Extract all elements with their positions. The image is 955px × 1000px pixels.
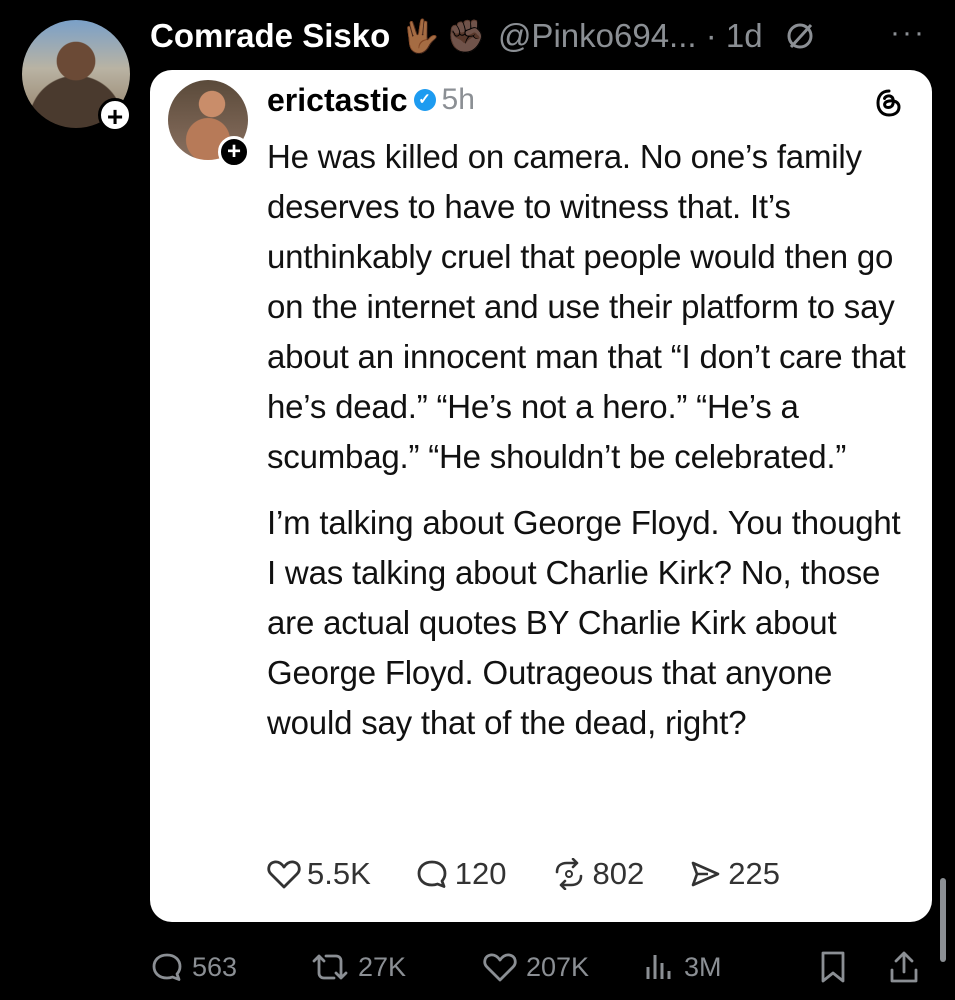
like-count: 207K xyxy=(526,951,590,982)
quoted-reply-count: 120 xyxy=(454,856,507,891)
reply-bubble-icon xyxy=(152,953,182,981)
quoted-paragraph-2: I’m talking about George Floyd. You thou… xyxy=(267,504,901,741)
share-button[interactable] xyxy=(888,945,928,989)
speech-bubble-icon xyxy=(417,860,447,888)
quoted-username[interactable]: erictastic xyxy=(267,82,408,119)
quoted-reply-button[interactable]: 120 xyxy=(415,856,507,892)
follow-plus-icon[interactable]: + xyxy=(98,98,132,132)
views-bars-icon xyxy=(646,955,671,979)
quoted-repost-count: 802 xyxy=(592,856,645,891)
bookmark-icon xyxy=(821,951,845,983)
post-action-bar: 563 27K 207K 3M xyxy=(150,945,930,989)
reply-button[interactable]: 563 xyxy=(150,945,237,989)
quoted-share-count: 225 xyxy=(728,856,780,891)
author-display-name[interactable]: Comrade Sisko xyxy=(150,17,390,55)
quoted-timestamp: 5h xyxy=(441,83,475,116)
repost-button[interactable]: 27K xyxy=(310,945,406,989)
quoted-follow-plus-icon[interactable]: + xyxy=(218,136,250,168)
quoted-stats-row: 5.5K 120 802 225 xyxy=(267,852,824,896)
verified-badge-icon: ✓ xyxy=(413,89,436,111)
retweet-icon xyxy=(312,954,348,980)
reply-count: 563 xyxy=(192,951,238,982)
quoted-paragraph-1: He was killed on camera. No one’s family… xyxy=(267,138,906,475)
author-handle-time[interactable]: @Pinko694... · 1d xyxy=(498,17,763,55)
views-count: 3M xyxy=(684,951,722,982)
repost-arrows-icon xyxy=(555,858,582,890)
scrollbar[interactable] xyxy=(940,878,946,962)
bookmark-button[interactable] xyxy=(818,945,856,989)
views-button[interactable]: 3M xyxy=(642,945,722,989)
post-header: Comrade Sisko 🖖🏾 ✊🏿 @Pinko694... · 1d xyxy=(150,12,815,60)
repost-count: 27K xyxy=(358,951,407,982)
more-dots-icon[interactable]: ··· xyxy=(890,16,926,50)
quoted-post-card[interactable]: + erictastic ✓ 5h He was killed on camer… xyxy=(150,70,932,922)
like-button[interactable]: 207K xyxy=(482,945,589,989)
threads-logo-icon xyxy=(876,89,901,117)
share-upload-icon xyxy=(890,951,918,983)
raised-fist-emoji: ✊🏿 xyxy=(446,18,486,54)
heart-outline-icon xyxy=(267,860,301,889)
heart-icon xyxy=(483,953,517,982)
quoted-like-button[interactable]: 5.5K xyxy=(267,856,371,892)
quoted-repost-button[interactable]: 802 xyxy=(551,856,645,892)
quoted-share-button[interactable]: 225 xyxy=(688,856,780,892)
quoted-post-header: erictastic ✓ 5h xyxy=(267,80,475,120)
vulcan-salute-emoji: 🖖🏾 xyxy=(400,18,441,54)
quoted-post-text: He was killed on camera. No one’s family… xyxy=(267,132,917,748)
send-arrow-icon xyxy=(691,861,720,887)
quoted-like-count: 5.5K xyxy=(307,856,371,891)
grok-slash-icon[interactable] xyxy=(785,21,815,51)
